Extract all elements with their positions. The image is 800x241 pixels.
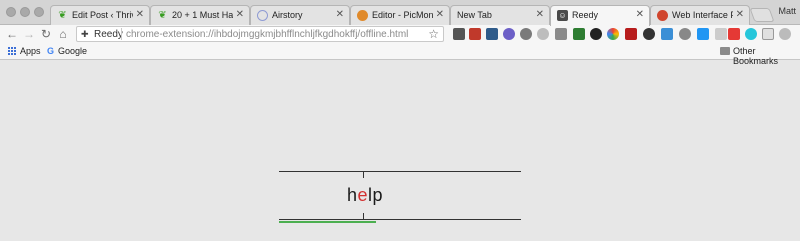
url-text[interactable]: chrome-extension://ihbdojmggkmjbhfflnchl… [126,29,408,40]
toolbar: ← → ↻ ⌂ ✚ Reedy chrome-extension://ihbdo… [0,25,800,43]
reading-progress-bar [279,221,376,223]
extension-icon[interactable] [745,28,757,40]
tab-edit-post[interactable]: ❦ Edit Post ‹ Thrive ✕ [50,5,150,25]
picmonkey-icon [357,10,368,21]
forward-icon[interactable]: → [22,27,36,41]
extension-icon[interactable] [573,28,585,40]
extension-icon[interactable] [762,28,774,40]
tab-title: Airstory [272,10,303,20]
web-icon [657,10,668,21]
reload-icon[interactable]: ↻ [39,27,53,41]
apps-grid-icon [8,47,17,56]
extension-icon[interactable] [520,28,532,40]
home-icon[interactable]: ⌂ [56,27,70,41]
extension-icon[interactable] [679,28,691,40]
top-guide-line [279,171,521,172]
google-icon: G [47,46,55,56]
extension-icon[interactable] [469,28,481,40]
extension-icon[interactable] [715,28,727,40]
extension-icon[interactable] [697,28,709,40]
tab-title: 20 + 1 Must Have [172,10,233,20]
close-icon[interactable]: ✕ [336,9,344,20]
minimize-window-button[interactable] [20,7,30,17]
extension-icon[interactable] [453,28,465,40]
back-icon[interactable]: ← [5,27,19,41]
bookmark-google[interactable]: Google [58,46,87,56]
leaf-icon: ❦ [58,10,67,21]
word-suffix: lp [368,185,384,205]
tab-must-have[interactable]: ❦ 20 + 1 Must Have ✕ [150,5,250,25]
word-focus-letter: e [357,185,369,205]
current-word: help [347,185,383,206]
tab-title: Editor - PicMonkey [372,10,433,20]
reedy-icon: ☺ [557,10,568,21]
star-icon[interactable]: ☆ [428,27,439,41]
tab-airstory[interactable]: Airstory ✕ [250,5,350,25]
extension-icon[interactable] [503,28,515,40]
tab-title: New Tab [457,10,492,20]
puzzle-icon: ✚ [81,29,89,39]
top-focus-tick [363,172,364,178]
extension-icon[interactable] [590,28,602,40]
extension-icon[interactable] [779,28,791,40]
folder-icon [720,47,730,55]
bookmark-apps[interactable]: Apps [20,46,41,56]
tab-reedy[interactable]: ☺ Reedy ✕ [550,5,650,26]
tab-strip: ❦ Edit Post ‹ Thrive ✕ ❦ 20 + 1 Must Hav… [0,0,800,26]
extension-icon[interactable] [537,28,549,40]
extension-icon[interactable] [486,28,498,40]
tab-picmonkey[interactable]: Editor - PicMonkey ✕ [350,5,450,25]
close-icon[interactable]: ✕ [436,9,444,20]
tab-web-interface[interactable]: Web Interface PRO ✕ [650,5,750,25]
word-prefix: h [347,185,358,205]
extension-icon[interactable] [728,28,740,40]
tab-title: Web Interface PRO [672,10,733,20]
tab-title: Edit Post ‹ Thrive [72,10,133,20]
address-bar[interactable]: ✚ Reedy chrome-extension://ihbdojmggkmjb… [76,26,444,42]
extension-icon[interactable] [643,28,655,40]
profile-name[interactable]: Matt [778,6,796,16]
divider [121,28,122,40]
extension-icon[interactable] [607,28,619,40]
close-icon[interactable]: ✕ [736,9,744,20]
tab-new-tab[interactable]: New Tab ✕ [450,5,550,25]
airstory-icon [257,10,268,21]
leaf-icon: ❦ [158,10,167,21]
maximize-window-button[interactable] [34,7,44,17]
close-icon[interactable]: ✕ [536,9,544,20]
close-window-button[interactable] [6,7,16,17]
bookmarks-bar: Apps G Google Other Bookmarks [0,43,800,66]
tab-title: Reedy [572,10,599,20]
bottom-guide-line [279,219,521,220]
site-label: Reedy [94,29,123,40]
extension-icon[interactable] [661,28,673,40]
close-icon[interactable]: ✕ [636,9,644,20]
extension-icon[interactable] [555,28,567,40]
close-icon[interactable]: ✕ [136,9,144,20]
extension-icon[interactable] [625,28,637,40]
reader-stage: help [0,61,800,241]
close-icon[interactable]: ✕ [236,9,244,20]
new-tab-button[interactable] [749,8,775,22]
